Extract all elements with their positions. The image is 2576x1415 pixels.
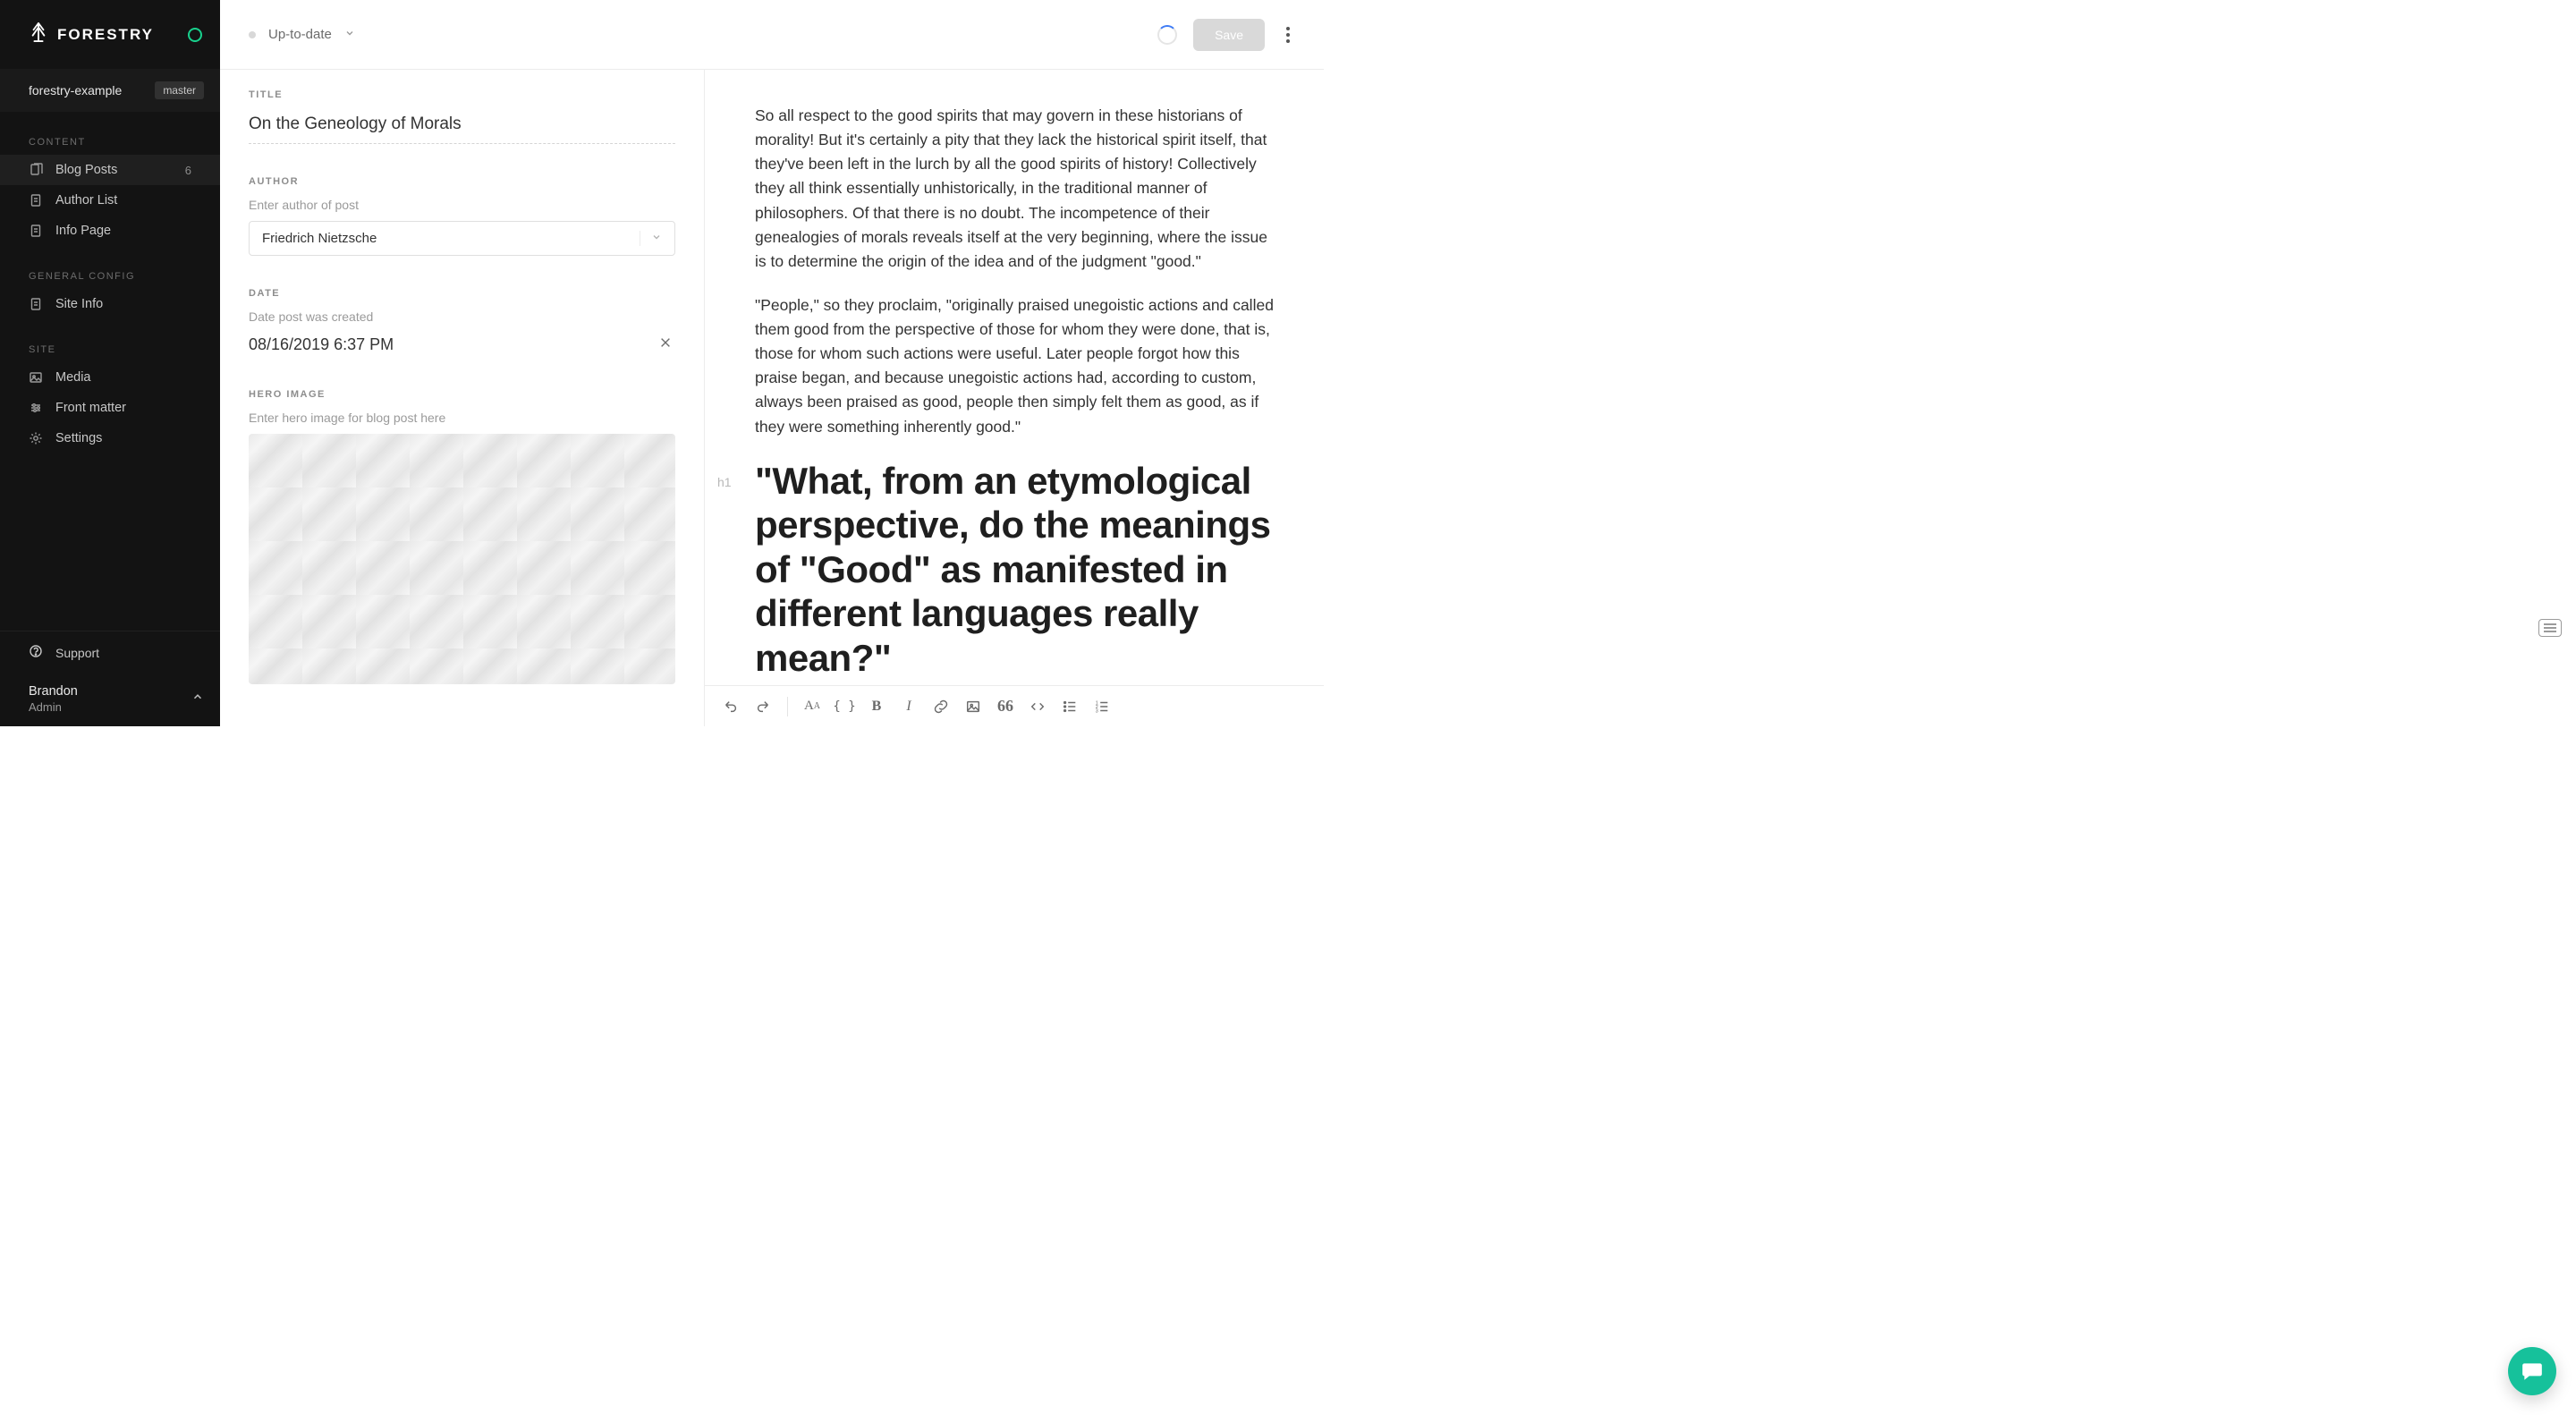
document-body[interactable]: So all respect to the good spirits that … bbox=[705, 70, 1324, 685]
editor-panel: So all respect to the good spirits that … bbox=[705, 70, 1324, 726]
sidebar-item-label: Info Page bbox=[55, 224, 111, 238]
nav-section-content: CONTENT Blog Posts 6 Author List Info Pa… bbox=[0, 112, 220, 246]
chevron-down-icon bbox=[344, 27, 355, 43]
status-text: Up-to-date bbox=[268, 27, 332, 42]
pages-icon bbox=[29, 163, 43, 177]
sidebar: FORESTRY forestry-example master CONTENT… bbox=[0, 0, 220, 726]
nav-heading: GENERAL CONFIG bbox=[0, 262, 220, 289]
help-icon bbox=[29, 644, 43, 661]
field-date: DATE Date post was created 08/16/2019 6:… bbox=[249, 288, 675, 357]
brand-row: FORESTRY bbox=[0, 0, 220, 69]
svg-text:3: 3 bbox=[1096, 708, 1098, 714]
sidebar-item-info-page[interactable]: Info Page bbox=[0, 216, 220, 246]
field-help: Enter hero image for blog post here bbox=[249, 411, 675, 425]
field-hero-image: HERO IMAGE Enter hero image for blog pos… bbox=[249, 389, 675, 684]
repo-name: forestry-example bbox=[29, 83, 122, 97]
field-title: TITLE bbox=[249, 89, 675, 144]
redo-button[interactable] bbox=[748, 691, 778, 722]
date-value[interactable]: 08/16/2019 6:37 PM bbox=[249, 335, 394, 354]
support-label: Support bbox=[55, 646, 99, 660]
image-icon bbox=[29, 370, 43, 385]
sidebar-item-media[interactable]: Media bbox=[0, 362, 220, 393]
more-menu-button[interactable] bbox=[1281, 21, 1295, 48]
field-author: AUTHOR Enter author of post Friedrich Ni… bbox=[249, 176, 675, 256]
hero-image-preview[interactable] bbox=[249, 434, 675, 684]
blockquote-button[interactable]: 66 bbox=[990, 691, 1021, 722]
sidebar-item-label: Site Info bbox=[55, 297, 103, 311]
document-heading-1[interactable]: "What, from an etymological perspective,… bbox=[755, 459, 1274, 681]
document-paragraph[interactable]: So all respect to the good spirits that … bbox=[755, 104, 1274, 274]
author-select[interactable]: Friedrich Nietzsche bbox=[249, 221, 675, 256]
repo-row[interactable]: forestry-example master bbox=[0, 69, 220, 112]
clear-date-button[interactable] bbox=[656, 333, 675, 357]
sidebar-item-label: Front matter bbox=[55, 401, 126, 415]
sidebar-item-support[interactable]: Support bbox=[0, 631, 220, 674]
bullet-list-button[interactable] bbox=[1055, 691, 1085, 722]
link-button[interactable] bbox=[926, 691, 956, 722]
forestry-logo-icon bbox=[29, 21, 48, 47]
numbered-list-button[interactable]: 123 bbox=[1087, 691, 1117, 722]
brand-name: FORESTRY bbox=[57, 26, 154, 44]
sidebar-item-front-matter[interactable]: Front matter bbox=[0, 393, 220, 423]
editor-toolbar: AA { } B I 66 123 bbox=[705, 685, 1324, 726]
bold-button[interactable]: B bbox=[861, 691, 892, 722]
page-icon bbox=[29, 297, 43, 311]
sync-status[interactable]: Up-to-date bbox=[249, 27, 355, 43]
field-label: AUTHOR bbox=[249, 176, 675, 187]
author-selected-value: Friedrich Nietzsche bbox=[262, 231, 377, 246]
sidebar-item-blog-posts[interactable]: Blog Posts 6 bbox=[0, 155, 220, 185]
field-label: DATE bbox=[249, 288, 675, 299]
sliders-icon bbox=[29, 401, 43, 415]
repo-branch-badge: master bbox=[155, 81, 204, 99]
nav-heading: CONTENT bbox=[0, 128, 220, 155]
brackets-button[interactable]: { } bbox=[829, 691, 860, 722]
document-paragraph[interactable]: "People," so they proclaim, "originally … bbox=[755, 293, 1274, 439]
user-menu[interactable]: Brandon Admin bbox=[0, 674, 220, 726]
page-icon bbox=[29, 224, 43, 238]
field-help: Enter author of post bbox=[249, 198, 675, 212]
image-button[interactable] bbox=[958, 691, 988, 722]
codeblock-button[interactable] bbox=[1022, 691, 1053, 722]
nav-section-site: SITE Media Front matter Settings bbox=[0, 319, 220, 453]
nav-heading: SITE bbox=[0, 335, 220, 362]
loading-spinner-icon bbox=[1157, 25, 1177, 45]
heading-marker: h1 bbox=[717, 475, 732, 489]
nav-section-general-config: GENERAL CONFIG Site Info bbox=[0, 246, 220, 319]
sidebar-item-settings[interactable]: Settings bbox=[0, 423, 220, 453]
sidebar-item-count: 6 bbox=[185, 164, 191, 177]
sidebar-item-label: Settings bbox=[55, 431, 102, 445]
italic-button[interactable]: I bbox=[894, 691, 924, 722]
chevron-up-icon bbox=[191, 691, 204, 708]
sidebar-item-label: Blog Posts bbox=[55, 163, 117, 177]
status-dot-icon bbox=[249, 31, 256, 38]
user-name: Brandon bbox=[29, 684, 78, 699]
field-label: TITLE bbox=[249, 89, 675, 100]
page-icon bbox=[29, 193, 43, 208]
brand[interactable]: FORESTRY bbox=[29, 21, 154, 47]
undo-button[interactable] bbox=[716, 691, 746, 722]
sidebar-item-label: Media bbox=[55, 370, 91, 385]
chat-button[interactable] bbox=[2508, 1347, 2556, 1395]
title-input[interactable] bbox=[249, 111, 675, 144]
sidebar-bottom: Support Brandon Admin bbox=[0, 631, 220, 726]
keyboard-shortcuts-button[interactable] bbox=[2538, 619, 2562, 637]
text-size-button[interactable]: AA bbox=[797, 691, 827, 722]
form-panel: TITLE AUTHOR Enter author of post Friedr… bbox=[220, 70, 705, 726]
gear-icon bbox=[29, 431, 43, 445]
main: Up-to-date Save TITLE AUTHOR Enter autho… bbox=[220, 0, 1324, 726]
save-button[interactable]: Save bbox=[1193, 19, 1265, 51]
status-ring-icon bbox=[188, 28, 202, 42]
sidebar-item-site-info[interactable]: Site Info bbox=[0, 289, 220, 319]
sidebar-item-author-list[interactable]: Author List bbox=[0, 185, 220, 216]
sidebar-item-label: Author List bbox=[55, 193, 117, 208]
field-label: HERO IMAGE bbox=[249, 389, 675, 400]
chevron-down-icon bbox=[640, 231, 662, 246]
topbar: Up-to-date Save bbox=[220, 0, 1324, 70]
user-role: Admin bbox=[29, 700, 78, 714]
field-help: Date post was created bbox=[249, 309, 675, 324]
